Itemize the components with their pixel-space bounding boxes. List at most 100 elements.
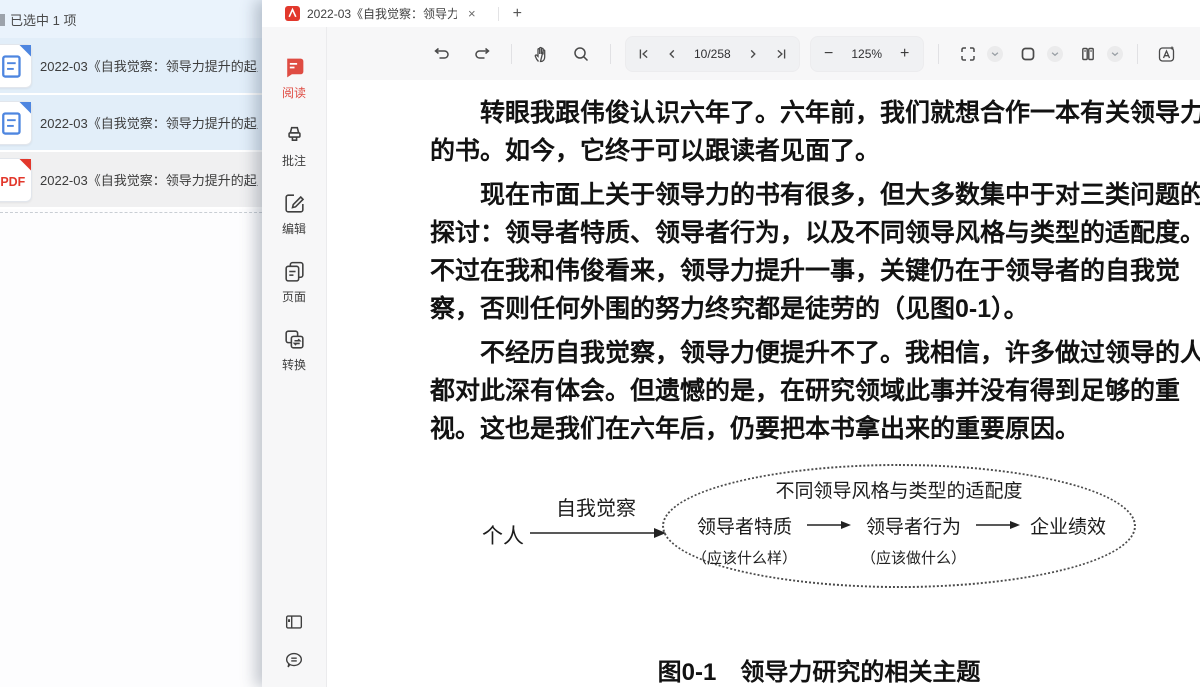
diagram-node-person: 个人	[482, 520, 524, 550]
body-paragraph: 现在市面上关于领导力的书有很多，但大多数集中于对三类问题的探讨：领导者特质、领导…	[430, 176, 1200, 328]
hand-icon	[531, 44, 551, 64]
pdf-tab-icon	[285, 6, 300, 21]
previous-page-button[interactable]	[658, 39, 686, 69]
rail-item-annotate[interactable]: 批注	[282, 123, 307, 169]
svg-text:PDF: PDF	[0, 174, 25, 188]
arrow-right-icon	[807, 520, 851, 530]
rail-label: 页面	[282, 288, 306, 305]
zoom-out-button[interactable]: −	[815, 39, 843, 69]
diagram-arrow-label: 自我觉察	[526, 492, 666, 521]
tool-rail: 阅读 批注 编辑	[262, 27, 327, 687]
clipped-glyph-fragment	[0, 14, 5, 26]
diagram-node-traits: 领导者特质 （应该什么样）	[692, 512, 797, 568]
rail-label: 编辑	[282, 220, 306, 237]
edit-icon	[282, 191, 307, 216]
two-page-layout-icon	[1078, 44, 1098, 64]
fullscreen-dropdown[interactable]	[987, 46, 1003, 62]
page-fit-dropdown[interactable]	[1047, 46, 1063, 62]
diagram-dotted-ellipse: 不同领导风格与类型的适配度 领导者特质 （应该什么样）	[662, 464, 1136, 588]
rail-label: 转换	[282, 356, 306, 373]
zoom-control-group: − 125% +	[810, 36, 924, 72]
convert-icon	[282, 327, 307, 352]
tab-bar: 2022-03《自我觉察：领导力... × +	[262, 0, 1200, 27]
document-tab[interactable]: 2022-03《自我觉察：领导力... ×	[262, 0, 490, 27]
file-name: 2022-03《自我觉察：领导力提升的起点与终点	[40, 170, 258, 189]
document-file-icon	[0, 101, 32, 145]
fit-screen-icon	[958, 44, 978, 64]
page-fit-control[interactable]	[1013, 39, 1063, 69]
zoom-level[interactable]: 125%	[843, 47, 891, 61]
search-button[interactable]	[566, 39, 596, 69]
pages-icon	[282, 259, 307, 284]
figure-caption: 图0-1 领导力研究的相关主题	[430, 652, 1200, 687]
rail-label: 批注	[282, 152, 306, 169]
rail-item-edit[interactable]: 编辑	[282, 191, 307, 237]
annotate-icon	[282, 123, 307, 148]
page-indicator[interactable]: 10/258	[686, 47, 739, 61]
diagram-sublabel: （应该做什么）	[861, 547, 966, 568]
selection-status-bar: 已选中 1 项	[0, 0, 262, 38]
chevron-down-icon	[1050, 49, 1060, 59]
tab-separator	[498, 7, 499, 21]
read-icon	[282, 55, 307, 80]
toolbar-divider	[511, 44, 512, 64]
fullscreen-control[interactable]	[953, 39, 1003, 69]
toolbar: 10/258 −	[327, 27, 1200, 80]
tab-close-icon[interactable]: ×	[464, 6, 480, 21]
diagram-sublabel: （应该什么样）	[692, 547, 797, 568]
next-page-button[interactable]	[739, 39, 767, 69]
file-row[interactable]: 2022-03《自我觉察：领导力提升的起点与终点	[0, 95, 262, 152]
tab-title: 2022-03《自我觉察：领导力...	[307, 5, 457, 22]
first-page-button[interactable]	[630, 39, 658, 69]
rail-label: 阅读	[282, 84, 306, 101]
last-page-button[interactable]	[767, 39, 795, 69]
body-paragraph: 不经历自我觉察，领导力便提升不了。我相信，许多做过领导的人都对此深有体会。但遗憾…	[430, 334, 1200, 448]
pdf-page[interactable]: 转眼我跟伟俊认识六年了。六年前，我们就想合作一本有关领导力的书。如今，它终于可以…	[327, 80, 1200, 687]
toolbar-divider	[610, 44, 611, 64]
body-paragraph: 转眼我跟伟俊认识六年了。六年前，我们就想合作一本有关领导力的书。如今，它终于可以…	[430, 94, 1200, 170]
page-navigation-group: 10/258	[625, 36, 800, 72]
ai-tools-icon	[1157, 44, 1177, 64]
two-page-view-control[interactable]	[1073, 39, 1123, 69]
document-column: 10/258 −	[327, 27, 1200, 687]
two-page-dropdown[interactable]	[1107, 46, 1123, 62]
diagram-node-behavior: 领导者行为 （应该做什么）	[861, 512, 966, 568]
document-file-icon	[0, 44, 32, 88]
search-icon	[571, 44, 591, 64]
file-row[interactable]: PDF 2022-03《自我觉察：领导力提升的起点与终点	[0, 152, 262, 209]
pdf-reader-window: 2022-03《自我觉察：领导力... × + 阅读	[262, 0, 1200, 687]
diagram-ellipse-title: 不同领导风格与类型的适配度	[775, 476, 1022, 503]
first-page-icon	[635, 45, 653, 63]
arrow-right-icon	[976, 520, 1020, 530]
undo-icon	[432, 44, 452, 64]
last-page-icon	[772, 45, 790, 63]
pdf-file-icon: PDF	[0, 158, 32, 202]
chevron-right-icon	[744, 45, 762, 63]
chevron-down-icon	[990, 49, 1000, 59]
redo-button[interactable]	[467, 39, 497, 69]
undo-button[interactable]	[427, 39, 457, 69]
rail-item-pages[interactable]: 页面	[282, 259, 307, 305]
rail-item-convert[interactable]: 转换	[282, 327, 307, 373]
diagram-node-performance: 企业绩效	[1030, 512, 1106, 539]
rail-item-read[interactable]: 阅读	[282, 55, 307, 101]
arrow-right-icon	[530, 526, 666, 540]
zoom-in-button[interactable]: +	[891, 39, 919, 69]
hand-tool-button[interactable]	[526, 39, 556, 69]
side-panel-toggle-icon[interactable]	[283, 611, 305, 633]
panel-divider	[0, 212, 262, 213]
app-window: 已选中 1 项 2022-03《自我觉察：领导力提升的起点与终点 2022-03…	[0, 0, 1200, 687]
file-name: 2022-03《自我觉察：领导力提升的起点与终点	[40, 113, 258, 132]
redo-icon	[472, 44, 492, 64]
file-manager-panel: 已选中 1 项 2022-03《自我觉察：领导力提升的起点与终点 2022-03…	[0, 0, 262, 687]
toolbar-divider	[1137, 44, 1138, 64]
selection-count-label: 已选中 1 项	[10, 10, 76, 29]
page-fit-icon	[1018, 44, 1038, 64]
ai-tools-button[interactable]	[1152, 39, 1182, 69]
file-row[interactable]: 2022-03《自我觉察：领导力提升的起点与终点	[0, 38, 262, 95]
feedback-icon[interactable]	[283, 649, 305, 671]
new-tab-button[interactable]: +	[507, 5, 528, 23]
file-name: 2022-03《自我觉察：领导力提升的起点与终点	[40, 56, 258, 75]
chevron-left-icon	[663, 45, 681, 63]
toolbar-divider	[938, 44, 939, 64]
